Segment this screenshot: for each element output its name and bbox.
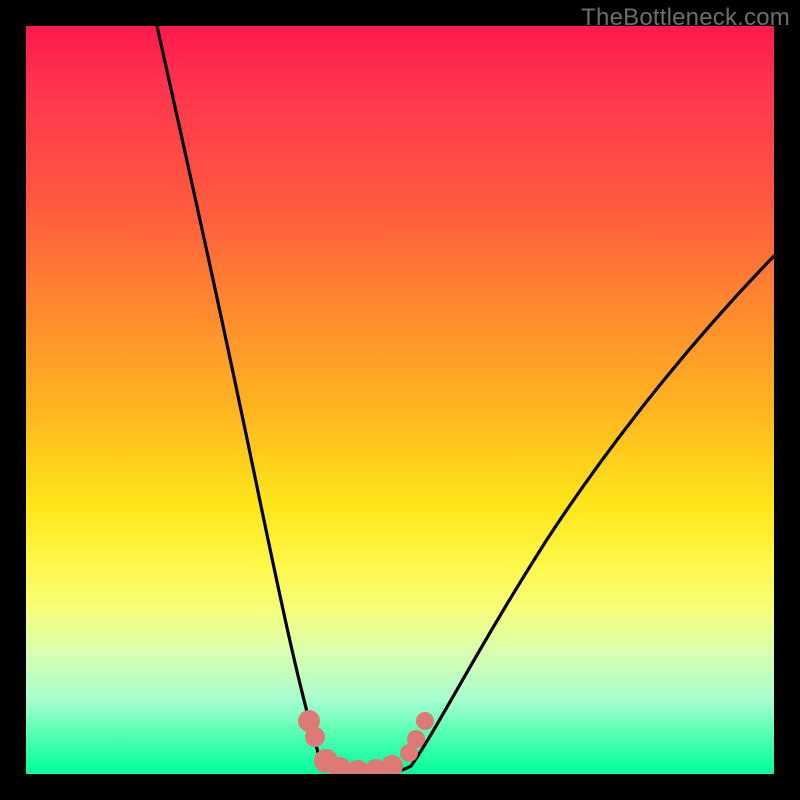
- bottleneck-curve: [157, 26, 774, 774]
- watermark-text: TheBottleneck.com: [581, 4, 790, 32]
- outer-frame: TheBottleneck.com: [0, 0, 800, 800]
- curve-layer: [26, 26, 774, 774]
- plot-area: [26, 26, 774, 774]
